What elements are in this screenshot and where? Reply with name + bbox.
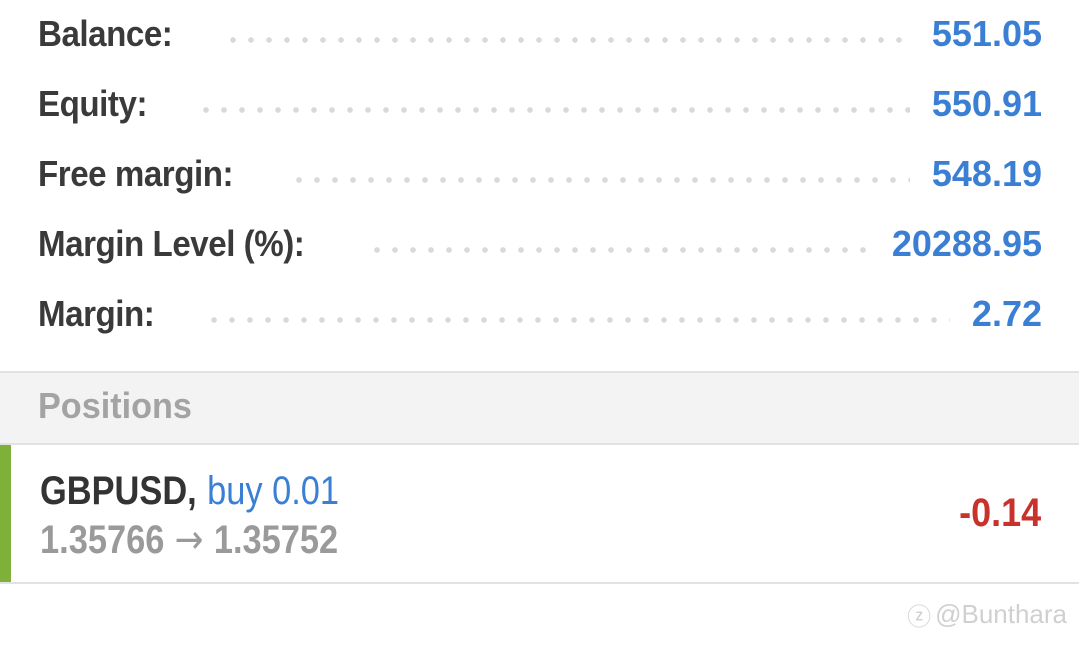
balance-label: Balance: bbox=[38, 13, 173, 54]
free-margin-row: Free margin: 548.19 bbox=[38, 151, 1042, 197]
margin-label: Margin: bbox=[38, 293, 155, 334]
balance-value: 551.05 bbox=[931, 13, 1042, 54]
free-margin-label: Free margin: bbox=[38, 153, 234, 194]
balance-row: Balance: 551.05 bbox=[38, 11, 1042, 57]
buy-indicator-bar bbox=[0, 445, 11, 582]
positions-section-header: Positions bbox=[0, 371, 1079, 445]
position-trade-type: buy 0.01 bbox=[207, 469, 340, 513]
margin-value: 2.72 bbox=[971, 293, 1042, 334]
open-price: 1.35766 bbox=[40, 518, 165, 562]
dotted-leader bbox=[367, 247, 870, 253]
equity-value: 550.91 bbox=[931, 83, 1042, 124]
free-margin-value: 548.19 bbox=[931, 153, 1042, 194]
margin-level-row: Margin Level (%): 20288.95 bbox=[38, 221, 1042, 267]
position-profit: -0.14 bbox=[958, 491, 1041, 535]
current-price: 1.35752 bbox=[213, 518, 339, 562]
margin-level-label: Margin Level (%): bbox=[38, 223, 305, 264]
position-prices: 1.35766 → 1.35752 bbox=[40, 517, 338, 563]
arrow-right-icon: → bbox=[174, 517, 204, 563]
watermark-text: @Bunthara bbox=[935, 599, 1067, 629]
positions-title: Positions bbox=[38, 385, 192, 426]
equity-row: Equity: 550.91 bbox=[38, 81, 1042, 127]
dotted-leader bbox=[224, 37, 910, 43]
position-symbol: GBPUSD bbox=[40, 469, 188, 513]
margin-row: Margin: 2.72 bbox=[38, 291, 1042, 337]
watermark: ⓩ @Bunthara bbox=[907, 597, 1067, 632]
position-separator: , bbox=[187, 469, 197, 513]
position-header: GBPUSD, buy 0.01 bbox=[40, 469, 339, 514]
position-row[interactable]: GBPUSD, buy 0.01 1.35766 → 1.35752 -0.14 bbox=[0, 445, 1079, 584]
dotted-leader bbox=[290, 177, 910, 183]
dotted-leader bbox=[196, 107, 910, 113]
margin-level-value: 20288.95 bbox=[891, 223, 1042, 264]
dotted-leader bbox=[204, 317, 950, 323]
equity-label: Equity: bbox=[38, 83, 148, 124]
zhihu-icon: ⓩ bbox=[907, 603, 932, 631]
